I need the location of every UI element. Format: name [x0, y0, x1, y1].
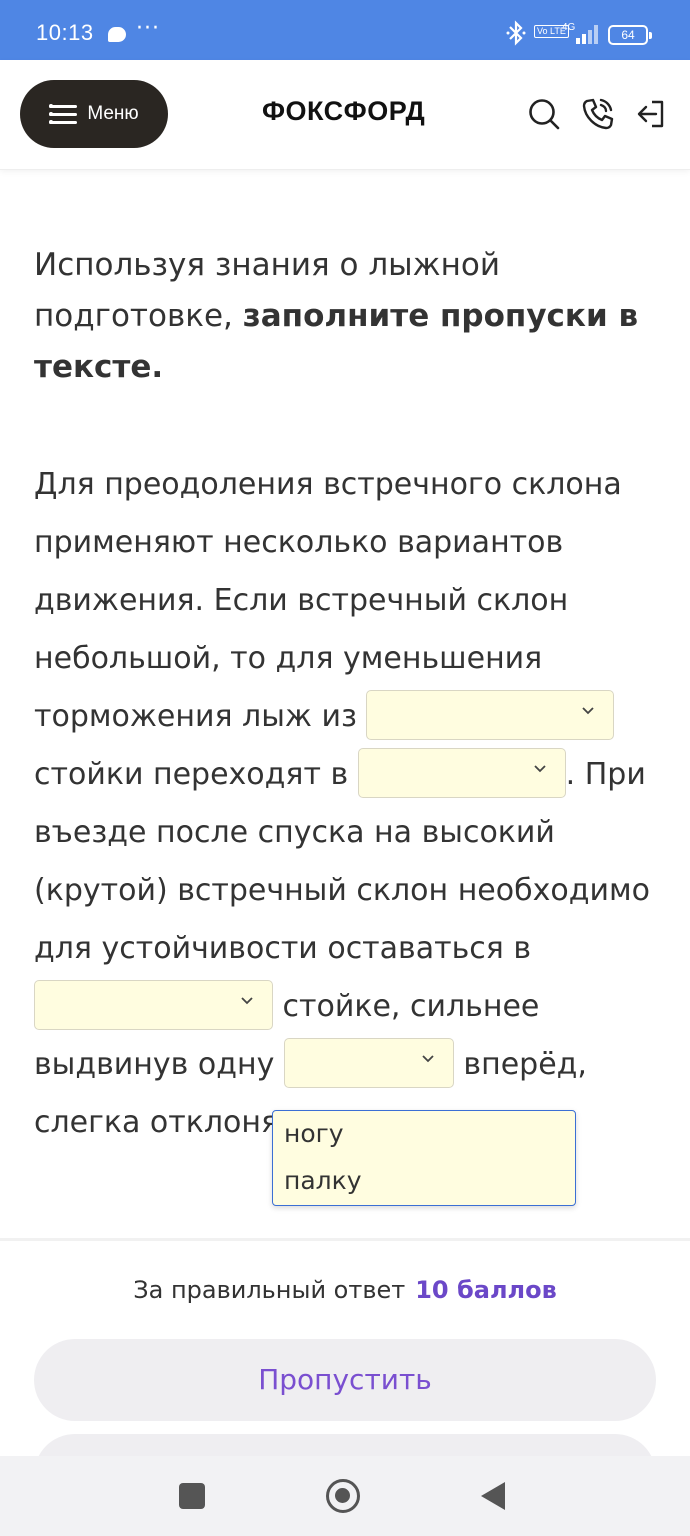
- menu-label: Меню: [87, 103, 139, 124]
- blank-select-4[interactable]: [283, 1037, 454, 1088]
- home-icon[interactable]: [326, 1479, 360, 1513]
- bluetooth-icon: [505, 20, 527, 52]
- status-bar: 10:13 ··· Vo LTE 4G 64: [0, 0, 690, 60]
- recent-apps-icon[interactable]: [179, 1483, 205, 1509]
- logout-icon[interactable]: [632, 94, 672, 134]
- search-icon[interactable]: [524, 94, 564, 134]
- dropdown-option[interactable]: палку: [284, 1166, 362, 1195]
- menu-icon: [49, 103, 78, 125]
- divider: [0, 1238, 690, 1241]
- chevron-down-icon: [422, 1054, 434, 1062]
- fill-in-text: Для преодоления встречного склона примен…: [34, 456, 664, 1152]
- dropdown-option[interactable]: ногу: [284, 1119, 344, 1148]
- reward-points: 10 баллов: [415, 1276, 557, 1304]
- blank-select-2[interactable]: [357, 747, 566, 798]
- phone-icon[interactable]: [578, 94, 618, 134]
- battery-icon: 64: [608, 25, 652, 45]
- reward-info: За правильный ответ 10 баллов: [0, 1276, 690, 1304]
- skip-button[interactable]: Пропустить: [34, 1339, 656, 1421]
- status-time: 10:13: [36, 20, 94, 45]
- logo[interactable]: ФОКСФОРД: [262, 96, 425, 127]
- chevron-down-icon: [582, 706, 595, 714]
- chevron-down-icon: [241, 996, 253, 1004]
- question-intro: Используя знания о лыжной подготовке, за…: [34, 240, 664, 393]
- message-icon: [108, 27, 126, 42]
- blank-select-1[interactable]: [366, 689, 615, 740]
- more-notifications-icon: ···: [136, 16, 160, 41]
- app-header: Меню ФОКСФОРД: [0, 60, 690, 170]
- menu-button[interactable]: Меню: [20, 80, 168, 148]
- text-fragment: стойки переходят в: [34, 757, 358, 792]
- reward-text: За правильный ответ: [133, 1276, 406, 1304]
- network-type: 4G: [562, 22, 576, 33]
- dropdown-options: ногу палку: [272, 1110, 576, 1206]
- blank-select-3[interactable]: [34, 979, 273, 1030]
- system-nav-bar: [0, 1456, 690, 1536]
- back-icon[interactable]: [481, 1482, 505, 1510]
- chevron-down-icon: [534, 764, 546, 772]
